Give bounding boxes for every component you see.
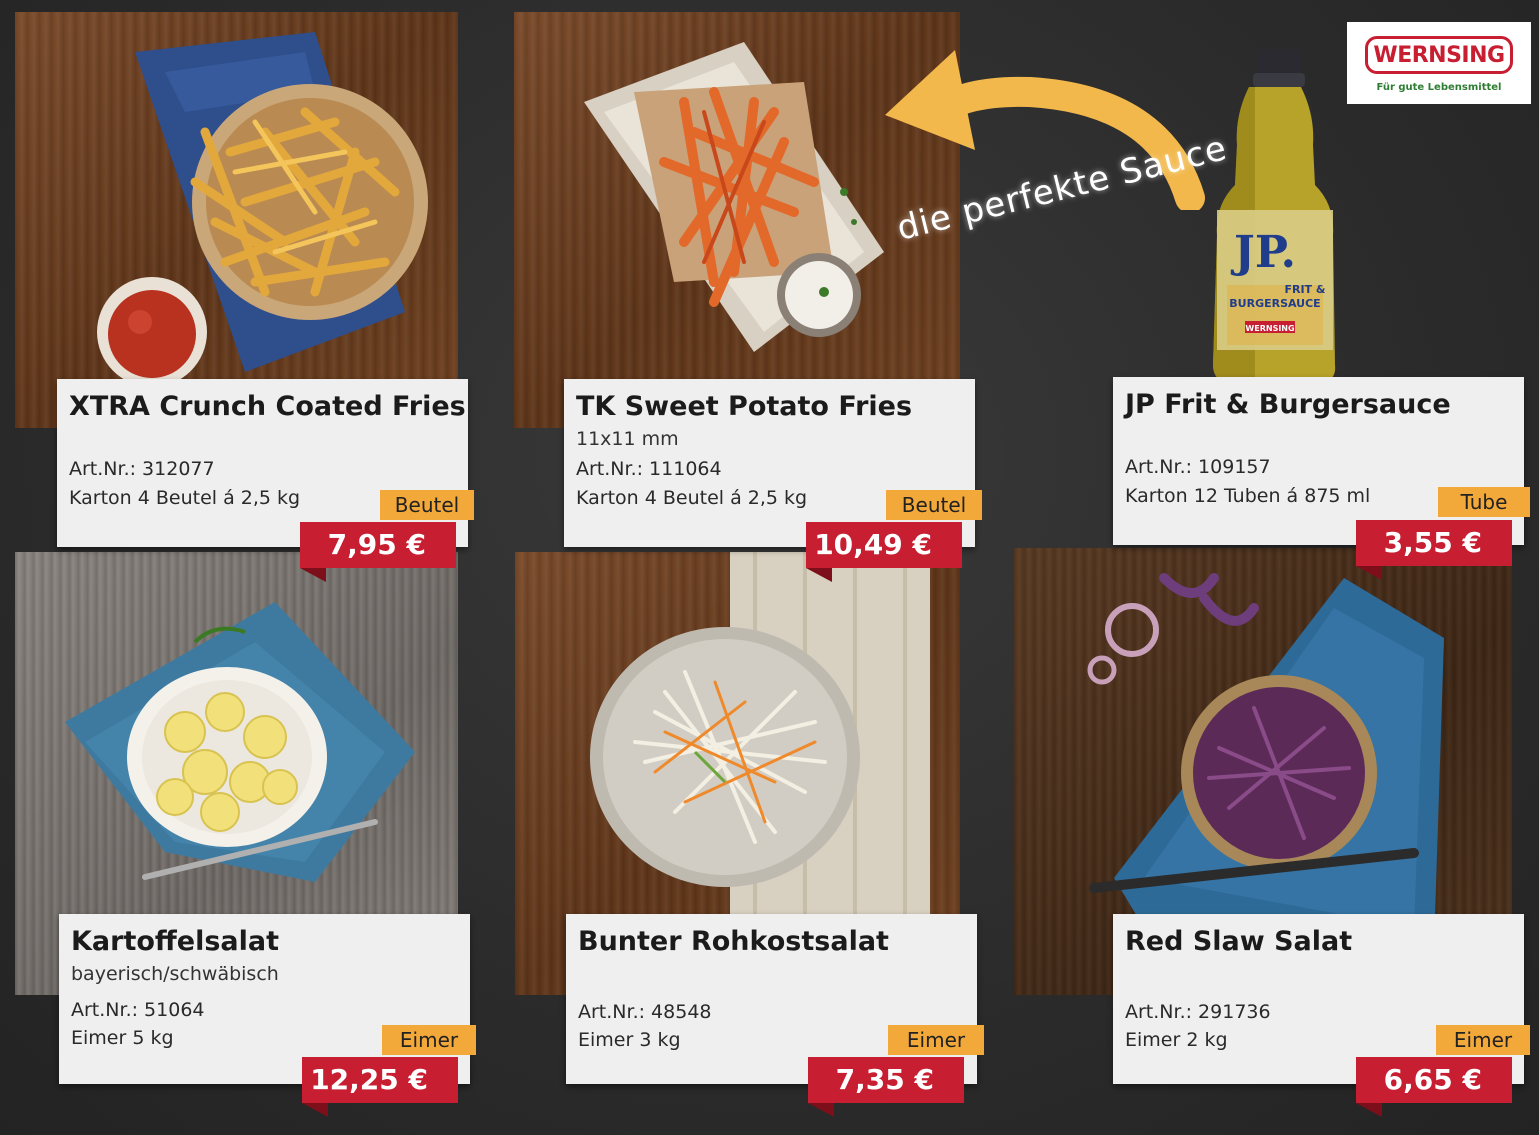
unit-badge: Eimer	[888, 1025, 984, 1055]
product-pack: Eimer 2 kg	[1125, 1029, 1228, 1051]
price-tag: 10,49 €	[806, 522, 962, 568]
unit-badge: Eimer	[382, 1025, 476, 1055]
product-pack: Eimer 5 kg	[71, 1027, 174, 1049]
price-tag-fold	[1356, 1103, 1382, 1117]
unit-badge: Beutel	[380, 490, 474, 520]
wernsing-logo-text: WERNSING	[1373, 43, 1505, 68]
product-name: TK Sweet Potato Fries	[576, 391, 913, 422]
coated-fries-illustration	[97, 32, 428, 387]
price-tag: 3,55 €	[1356, 520, 1512, 566]
price-tag-fold	[300, 568, 326, 582]
price-tag: 6,65 €	[1356, 1057, 1512, 1103]
product-art-nr: Art.Nr.: 109157	[1125, 456, 1271, 478]
product-pack: Eimer 3 kg	[578, 1029, 681, 1051]
product-name: Kartoffelsalat	[71, 926, 280, 957]
unit-badge: Beutel	[886, 490, 982, 520]
price-tag: 7,95 €	[300, 522, 456, 568]
product-subtitle: bayerisch/schwäbisch	[71, 963, 279, 985]
product-pack: Karton 4 Beutel á 2,5 kg	[576, 487, 808, 509]
product-art-nr: Art.Nr.: 48548	[578, 1001, 712, 1023]
price-tag: 12,25 €	[302, 1057, 458, 1103]
product-name: Bunter Rohkostsalat	[578, 926, 889, 957]
sauce-bottle: JP. FRIT & BURGERSAUCE WERNSING	[1213, 49, 1336, 385]
product-subtitle: 11x11 mm	[576, 428, 679, 450]
price-tag-fold	[302, 1103, 328, 1117]
product-name: Red Slaw Salat	[1125, 926, 1353, 957]
unit-badge: Eimer	[1436, 1025, 1530, 1055]
price-tag-fold	[808, 1103, 834, 1117]
price-tag-fold	[1356, 566, 1382, 580]
product-pack: Karton 4 Beutel á 2,5 kg	[69, 487, 301, 509]
product-art-nr: Art.Nr.: 51064	[71, 999, 205, 1021]
bottle-line2-text: BURGERSAUCE	[1229, 297, 1320, 310]
product-name: XTRA Crunch Coated Fries	[69, 391, 466, 422]
bottle-maker-text: WERNSING	[1245, 324, 1294, 333]
product-art-nr: Art.Nr.: 312077	[69, 458, 215, 480]
wernsing-tagline: Für gute Lebensmittel	[1376, 82, 1502, 93]
bottle-brand-text: JP.	[1230, 227, 1296, 278]
price-tag-fold	[806, 568, 832, 582]
product-art-nr: Art.Nr.: 111064	[576, 458, 722, 480]
product-name: JP Frit & Burgersauce	[1125, 389, 1451, 420]
bottle-line1-text: FRIT &	[1284, 283, 1325, 296]
wernsing-logo-mark: WERNSING	[1365, 36, 1513, 74]
wernsing-logo: WERNSING Für gute Lebensmittel	[1347, 22, 1531, 104]
product-pack: Karton 12 Tuben á 875 ml	[1125, 485, 1371, 507]
price-tag: 7,35 €	[808, 1057, 964, 1103]
product-art-nr: Art.Nr.: 291736	[1125, 1001, 1271, 1023]
unit-badge: Tube	[1438, 487, 1530, 517]
product-photo-coated-fries	[15, 12, 458, 428]
